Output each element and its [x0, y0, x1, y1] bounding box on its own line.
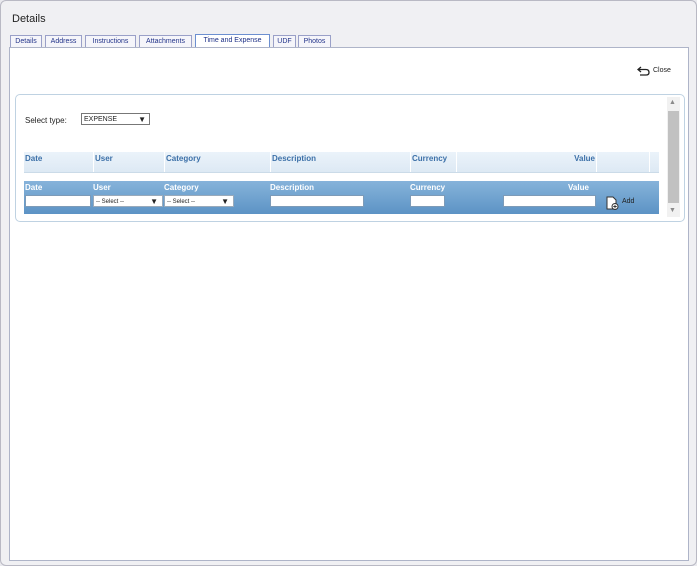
add-document-icon — [606, 196, 619, 210]
dropdown-arrow-icon: ▼ — [221, 197, 229, 206]
tab-udf[interactable]: UDF — [273, 35, 296, 47]
form-label-value: Value — [568, 183, 589, 192]
select-type-value: EXPENSE — [84, 116, 118, 123]
tab-address[interactable]: Address — [45, 35, 82, 47]
tab-details[interactable]: Details — [10, 35, 42, 47]
window-title: Details — [12, 13, 46, 25]
select-type-dropdown[interactable]: EXPENSE ▼ — [81, 113, 150, 125]
currency-input[interactable] — [410, 195, 445, 207]
form-label-category: Category — [164, 183, 199, 192]
tab-content: Close Select type: EXPENSE ▼ Date User C… — [9, 47, 689, 561]
close-label: Close — [653, 67, 671, 74]
value-input[interactable] — [503, 195, 596, 207]
scroll-thumb[interactable] — [668, 111, 679, 203]
category-select-value: -- Select -- — [167, 199, 196, 205]
tab-time-and-expense[interactable]: Time and Expense — [195, 34, 270, 47]
form-label-currency: Currency — [410, 183, 446, 192]
expense-panel: Select type: EXPENSE ▼ Date User Categor… — [15, 94, 685, 222]
add-expense-row: Date User Category Description Currency … — [24, 181, 659, 214]
form-label-date: Date — [25, 183, 43, 192]
date-input[interactable] — [25, 195, 91, 207]
user-select-value: -- Select -- — [96, 199, 125, 205]
add-label: Add — [622, 198, 635, 205]
column-header-currency[interactable]: Currency — [410, 152, 456, 172]
panel-scrollbar[interactable]: ▲ ▼ — [667, 97, 680, 217]
undo-arrow-icon — [637, 66, 650, 76]
tab-photos[interactable]: Photos — [298, 35, 331, 47]
details-window: Details Details Address Instructions Att… — [0, 0, 697, 566]
column-header-user[interactable]: User — [93, 152, 164, 172]
user-select[interactable]: -- Select -- ▼ — [93, 195, 163, 207]
column-header-value[interactable]: Value — [456, 152, 596, 172]
scroll-down-icon[interactable]: ▼ — [669, 207, 676, 214]
tab-instructions[interactable]: Instructions — [85, 35, 136, 47]
scroll-up-icon[interactable]: ▲ — [669, 99, 676, 106]
column-header-description[interactable]: Description — [270, 152, 410, 172]
add-button[interactable]: Add — [605, 196, 634, 210]
tab-attachments[interactable]: Attachments — [139, 35, 192, 47]
category-select[interactable]: -- Select -- ▼ — [164, 195, 234, 207]
dropdown-arrow-icon: ▼ — [150, 197, 158, 206]
column-header-spacer — [649, 152, 659, 172]
form-label-description: Description — [270, 183, 315, 192]
column-header-category[interactable]: Category — [164, 152, 270, 172]
column-header-date[interactable]: Date — [24, 152, 93, 172]
dropdown-arrow-icon: ▼ — [138, 115, 146, 124]
table-header-row: Date User Category Description Currency … — [24, 152, 659, 173]
select-type-label: Select type: — [25, 116, 67, 125]
column-header-actions — [596, 152, 649, 172]
form-label-user: User — [93, 183, 111, 192]
description-input[interactable] — [270, 195, 364, 207]
